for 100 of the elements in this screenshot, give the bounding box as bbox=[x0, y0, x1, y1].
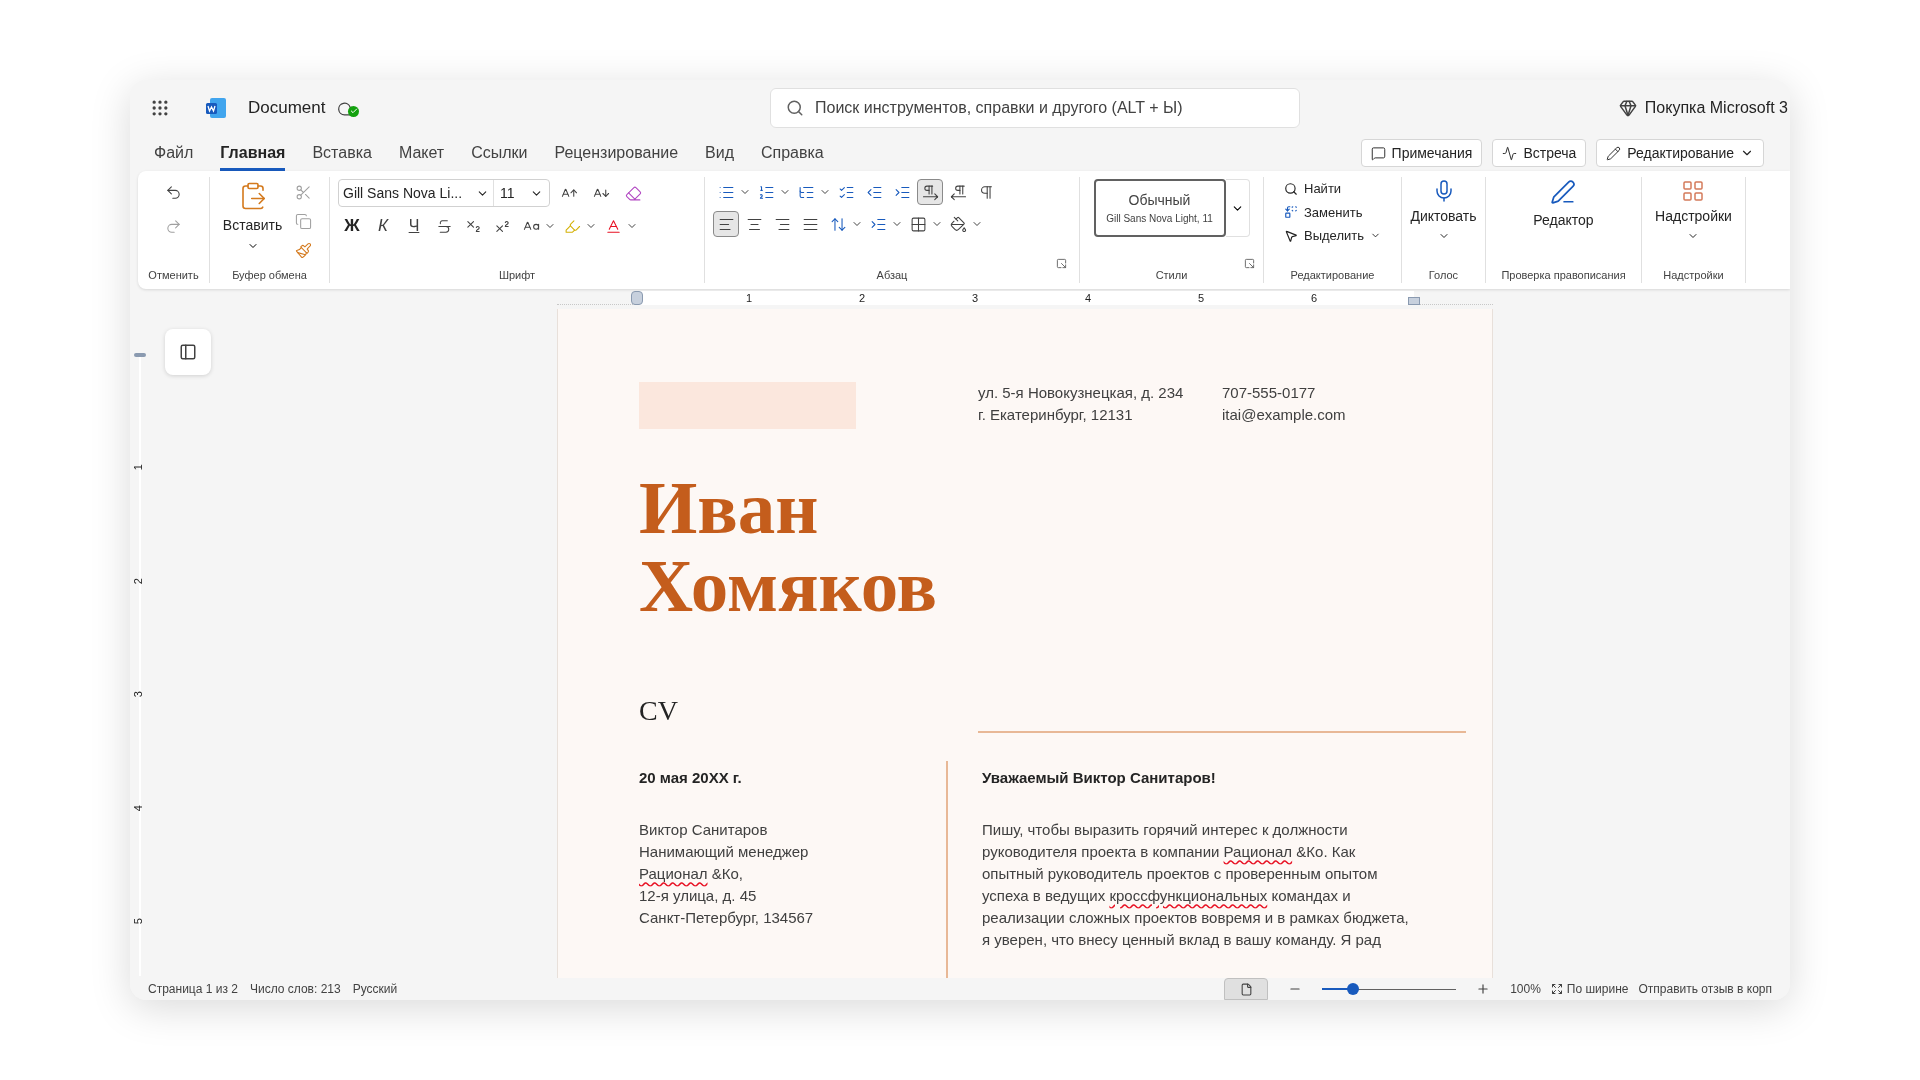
zoom-slider-thumb[interactable] bbox=[1346, 983, 1359, 995]
copy-icon bbox=[294, 212, 312, 230]
format-painter-icon bbox=[294, 241, 312, 259]
word-logo-icon bbox=[205, 96, 227, 119]
ribbon-tab[interactable]: Макет bbox=[398, 135, 445, 171]
ribbon-tab[interactable]: Справка bbox=[761, 135, 824, 171]
pointer-icon bbox=[1284, 228, 1298, 243]
right-to-left-icon bbox=[949, 183, 967, 201]
cut-icon bbox=[294, 183, 312, 201]
document-title[interactable]: Document bbox=[248, 94, 326, 121]
ruler-number: 5 bbox=[1198, 291, 1205, 305]
page-count[interactable]: Страница 1 из 2 bbox=[148, 980, 238, 998]
ribbon-tab[interactable]: Вставка bbox=[312, 135, 372, 171]
replace-button[interactable]: Заменить bbox=[1284, 202, 1363, 222]
group-label: Шрифт bbox=[498, 267, 536, 283]
diamond-icon bbox=[1618, 98, 1637, 117]
group-label: Редактирование bbox=[1290, 267, 1375, 283]
group-label: Абзац bbox=[876, 267, 908, 283]
ribbon-tab[interactable]: Файл bbox=[154, 135, 194, 171]
group-label: Голос bbox=[1428, 267, 1459, 283]
ruler-number: 1 bbox=[130, 464, 145, 471]
editing-mode-icon bbox=[1606, 145, 1622, 161]
align-left-button[interactable] bbox=[713, 211, 739, 237]
editor-button[interactable]: Редактор bbox=[1533, 179, 1594, 231]
recipient-address: Виктор Санитаров Нанимающий менеджер Рационал &Ко, 12-я улица, д. 45 Санкт-Петербург, 134567 bbox=[639, 820, 814, 928]
font-color-icon bbox=[604, 217, 622, 235]
zoom-in-icon[interactable] bbox=[1476, 982, 1491, 996]
group-label: Буфер обмена bbox=[232, 267, 307, 283]
fit-width-button[interactable]: По ширине bbox=[1550, 980, 1629, 998]
select-button[interactable]: Выделить bbox=[1284, 226, 1381, 246]
word-count[interactable]: Число слов: 213 bbox=[249, 980, 341, 998]
style-gallery-item[interactable]: Обычный Gill Sans Nova Light, 11 bbox=[1093, 179, 1226, 237]
group-label: Надстройки bbox=[1663, 267, 1724, 283]
ruler-number: 2 bbox=[859, 291, 866, 305]
ruler-number: 6 bbox=[1311, 291, 1318, 305]
comments-icon bbox=[1370, 145, 1386, 161]
highlighter-icon bbox=[563, 217, 581, 235]
ribbon-tab[interactable]: Рецензирование bbox=[554, 135, 679, 171]
borders-icon bbox=[909, 215, 927, 233]
ruler-number: 3 bbox=[972, 291, 979, 305]
ribbon-tab[interactable]: Ссылки bbox=[471, 135, 528, 171]
ribbon-tab[interactable]: Вид bbox=[705, 135, 734, 171]
ruler-number: 5 bbox=[130, 918, 145, 925]
document-type: CV bbox=[639, 695, 679, 727]
strikethrough-icon bbox=[435, 217, 453, 235]
letter-body: Пишу, чтобы выразить горячий интерес к должности руководителя проекта в компании Рационал &Ко. Как опытный руководитель проектов с проверенным опытом успеха в ведущих кроссфункциональных командах и реализации сложных проектов вовремя и в рамках бюджета, я уверен, что внесу ценный вклад в вашу команду. Я рад bbox=[982, 820, 1409, 950]
purchase-link[interactable]: Покупка Microsoft 3 bbox=[1644, 95, 1788, 120]
indent-marker[interactable] bbox=[631, 291, 643, 305]
editing-mode-button[interactable]: Редактирование bbox=[1596, 139, 1764, 167]
paste-button[interactable]: Вставить bbox=[222, 179, 283, 267]
ruler-number: 4 bbox=[130, 804, 145, 811]
fit-icon bbox=[1550, 983, 1563, 995]
navigation-pane-button[interactable] bbox=[165, 329, 211, 375]
comments-button[interactable]: Примечания bbox=[1360, 139, 1483, 167]
ruler-number: 4 bbox=[1085, 291, 1092, 305]
left-to-right-icon bbox=[921, 183, 939, 201]
undo-icon bbox=[165, 183, 182, 201]
sender-contact: 707-555-0177 itai@example.com bbox=[1222, 383, 1346, 425]
right-indent-marker[interactable] bbox=[1408, 297, 1420, 305]
language-status[interactable]: Русский bbox=[352, 980, 398, 998]
search-icon bbox=[786, 99, 804, 117]
pen-icon bbox=[1550, 179, 1577, 205]
numbering-icon bbox=[757, 183, 775, 201]
feedback-link[interactable]: Отправить отзыв в корп bbox=[1638, 980, 1772, 998]
bold-button[interactable]: Ж bbox=[338, 213, 366, 239]
letter-date: 20 мая 20XX г. bbox=[639, 768, 743, 788]
letter-greeting: Уважаемый Виктор Санитаров! bbox=[982, 768, 1217, 788]
ruler-number: 2 bbox=[130, 577, 145, 584]
print-layout-button[interactable] bbox=[1224, 978, 1269, 1000]
group-label: Стили bbox=[1155, 267, 1188, 283]
grid-icon bbox=[1681, 179, 1706, 203]
person-name: Иван Хомяков bbox=[639, 469, 937, 625]
font-name-dropdown[interactable]: Gill Sans Nova Li... bbox=[339, 180, 494, 206]
shading-icon bbox=[949, 215, 967, 233]
meeting-icon bbox=[1502, 145, 1518, 161]
clear-formatting-icon bbox=[624, 184, 642, 202]
left-to-right-button[interactable] bbox=[917, 179, 943, 205]
line-spacing-icon bbox=[829, 215, 847, 233]
add-ins-button[interactable]: Надстройки bbox=[1655, 179, 1732, 242]
margin-marker[interactable] bbox=[134, 353, 146, 357]
search-field[interactable]: Поиск инструментов, справки и другого (ALT + Ы) bbox=[770, 88, 1300, 128]
zoom-slider[interactable] bbox=[1322, 983, 1457, 995]
group-label: Отменить bbox=[148, 267, 199, 283]
sender-address: ул. 5-я Новокузнецкая, д. 234 г. Екатеринбург, 12131 bbox=[978, 383, 1185, 425]
dialog-launcher-icon[interactable] bbox=[1056, 258, 1067, 269]
find-button[interactable]: Найти bbox=[1284, 179, 1342, 199]
dialog-launcher-icon[interactable] bbox=[1244, 258, 1255, 269]
zoom-percent[interactable]: 100% bbox=[1510, 980, 1541, 998]
meeting-button[interactable]: Встреча bbox=[1492, 139, 1587, 167]
underline-button[interactable]: Ч bbox=[400, 213, 428, 239]
ruler-number: 3 bbox=[130, 691, 145, 698]
replace-icon bbox=[1284, 205, 1298, 220]
font-size-dropdown[interactable]: 11 bbox=[494, 180, 549, 206]
ruler-number: 1 bbox=[746, 291, 753, 305]
group-label: Проверка правописания bbox=[1501, 267, 1626, 283]
navigation-pane-icon bbox=[179, 343, 197, 361]
search-icon bbox=[1284, 181, 1298, 196]
italic-button[interactable]: К bbox=[369, 213, 397, 239]
page-icon bbox=[1239, 982, 1253, 996]
dictate-button[interactable]: Диктовать bbox=[1410, 179, 1477, 242]
